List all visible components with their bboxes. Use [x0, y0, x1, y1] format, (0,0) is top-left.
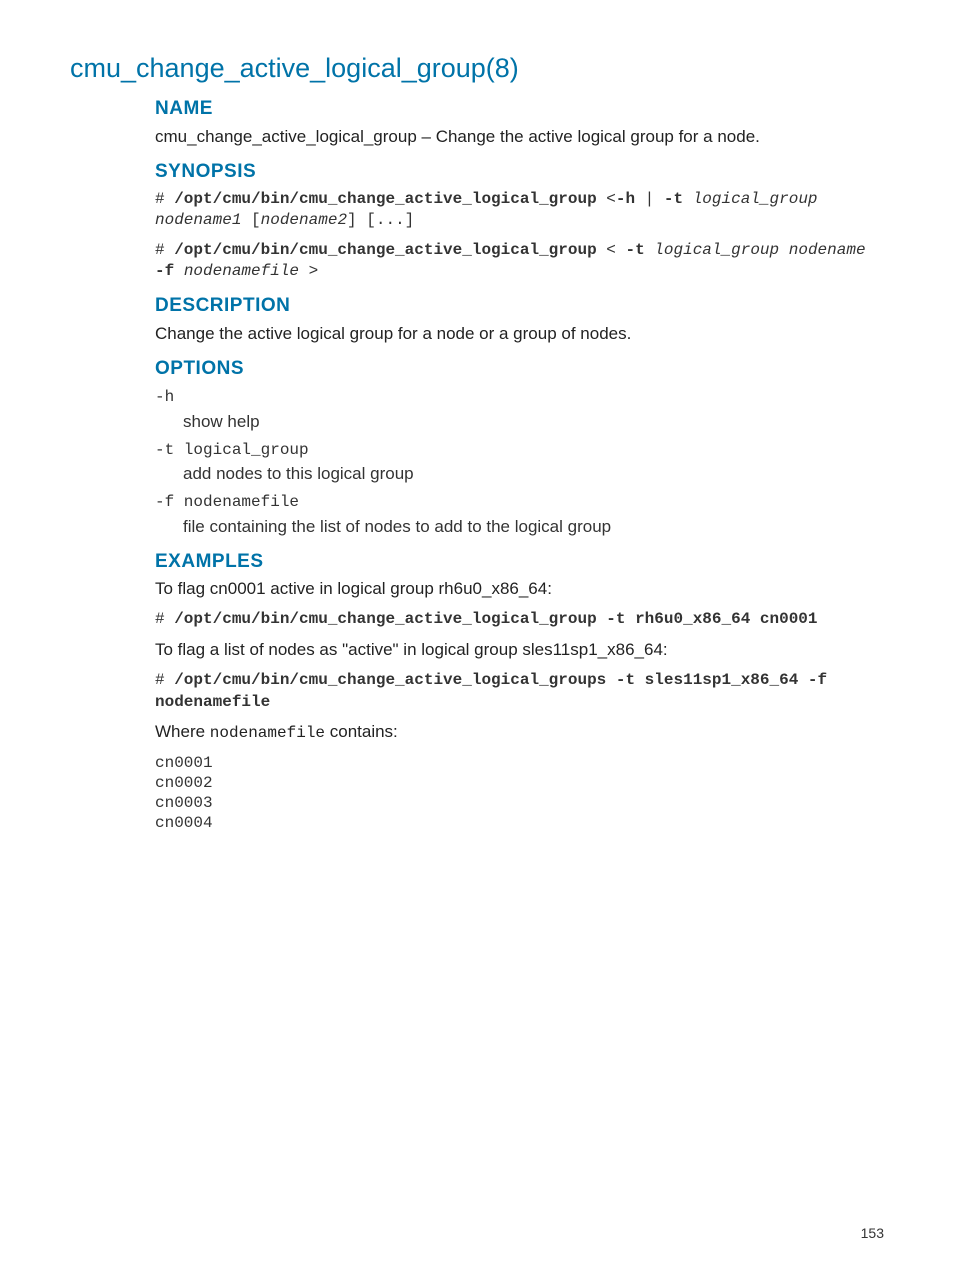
synopsis-arg-lg: logical_group [654, 241, 779, 259]
hash-prompt: # [155, 241, 174, 259]
synopsis-pipe: | [635, 190, 664, 208]
synopsis-sp [683, 190, 693, 208]
page-title: cmu_change_active_logical_group(8) [70, 50, 884, 86]
section-heading-name: NAME [155, 96, 884, 122]
synopsis-flag-t: -t [664, 190, 683, 208]
synopsis-cmd: /opt/cmu/bin/cmu_change_active_logical_g… [174, 190, 596, 208]
where-pre: Where [155, 722, 210, 741]
synopsis-line-2: # /opt/cmu/bin/cmu_change_active_logical… [155, 240, 884, 283]
option-desc: show help [183, 411, 884, 434]
hash-prompt: # [155, 610, 174, 628]
synopsis-flag-f: -f [155, 262, 174, 280]
section-heading-description: DESCRIPTION [155, 293, 884, 319]
hash-prompt: # [155, 671, 174, 689]
example-intro-1: To flag cn0001 active in logical group r… [155, 578, 884, 601]
description-text: Change the active logical group for a no… [155, 323, 884, 346]
section-heading-options: OPTIONS [155, 356, 884, 382]
hash-prompt: # [155, 190, 174, 208]
name-description: Change the active logical group for a no… [436, 127, 760, 146]
content-body: NAME cmu_change_active_logical_group – C… [155, 96, 884, 832]
synopsis-dots: [...] [357, 211, 415, 229]
synopsis-cmd: /opt/cmu/bin/cmu_change_active_logical_g… [174, 241, 596, 259]
page-number: 153 [861, 1224, 884, 1243]
synopsis-arg-n2: nodename2 [261, 211, 347, 229]
synopsis-post: < [597, 241, 626, 259]
synopsis-flag-t: -t [625, 241, 644, 259]
synopsis-line-1: # /opt/cmu/bin/cmu_change_active_logical… [155, 189, 884, 232]
name-separator: – [417, 127, 436, 146]
example-intro-2: To flag a list of nodes as "active" in l… [155, 639, 884, 662]
example-cmd-text: /opt/cmu/bin/cmu_change_active_logical_g… [174, 610, 817, 628]
option-desc: add nodes to this logical group [183, 463, 884, 486]
where-file: nodenamefile [210, 724, 325, 742]
name-paragraph: cmu_change_active_logical_group – Change… [155, 126, 884, 149]
section-heading-synopsis: SYNOPSIS [155, 159, 884, 185]
example-cmd-2: # /opt/cmu/bin/cmu_change_active_logical… [155, 670, 884, 713]
option-term: -t logical_group [155, 440, 884, 462]
synopsis-sp2 [779, 241, 789, 259]
example-cmd-1: # /opt/cmu/bin/cmu_change_active_logical… [155, 609, 884, 631]
synopsis-arg-node: nodename [789, 241, 866, 259]
synopsis-rb: ] [347, 211, 357, 229]
synopsis-post: < [597, 190, 616, 208]
where-post: contains: [325, 722, 398, 741]
example-cmd-text: /opt/cmu/bin/cmu_change_active_logical_g… [155, 671, 827, 711]
option-desc: file containing the list of nodes to add… [183, 516, 884, 539]
option-term: -h [155, 387, 884, 409]
example-file-contents: cn0001 cn0002 cn0003 cn0004 [155, 753, 884, 833]
synopsis-arg-file: nodenamefile [184, 262, 299, 280]
synopsis-lb: [ [241, 211, 260, 229]
synopsis-sp [645, 241, 655, 259]
section-heading-examples: EXAMPLES [155, 549, 884, 575]
synopsis-sp3 [174, 262, 184, 280]
example-where-line: Where nodenamefile contains: [155, 721, 884, 745]
synopsis-arg-n1: nodename1 [155, 211, 241, 229]
option-term: -f nodenamefile [155, 492, 884, 514]
synopsis-close: > [299, 262, 318, 280]
synopsis-arg-lg: logical_group [693, 190, 818, 208]
name-command: cmu_change_active_logical_group [155, 127, 417, 146]
synopsis-flag-h: -h [616, 190, 635, 208]
